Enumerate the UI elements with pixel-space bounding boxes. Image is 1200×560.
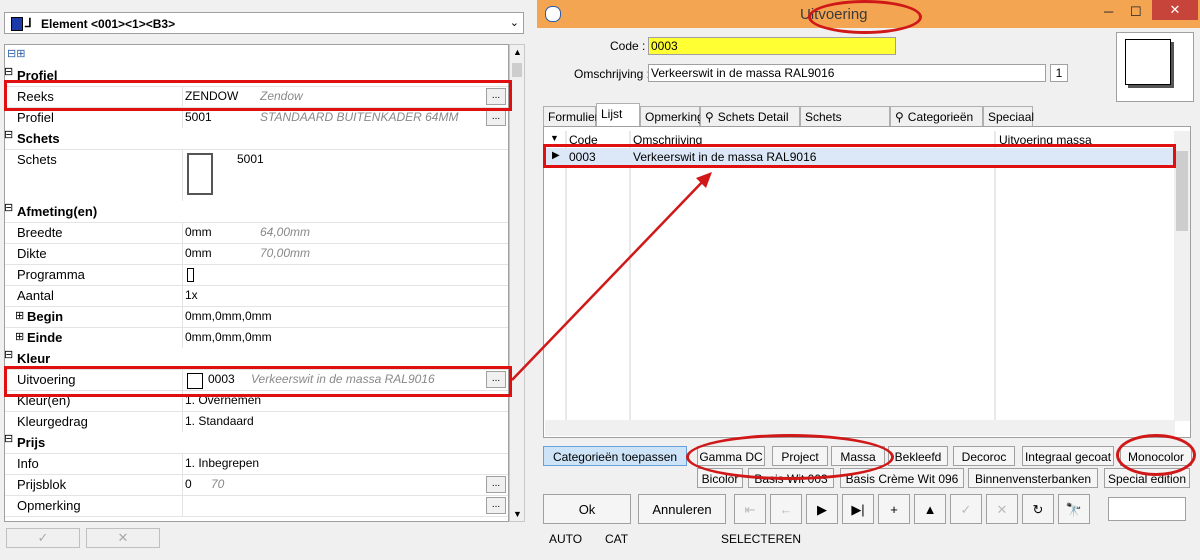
annotation-arrow bbox=[511, 172, 712, 381]
